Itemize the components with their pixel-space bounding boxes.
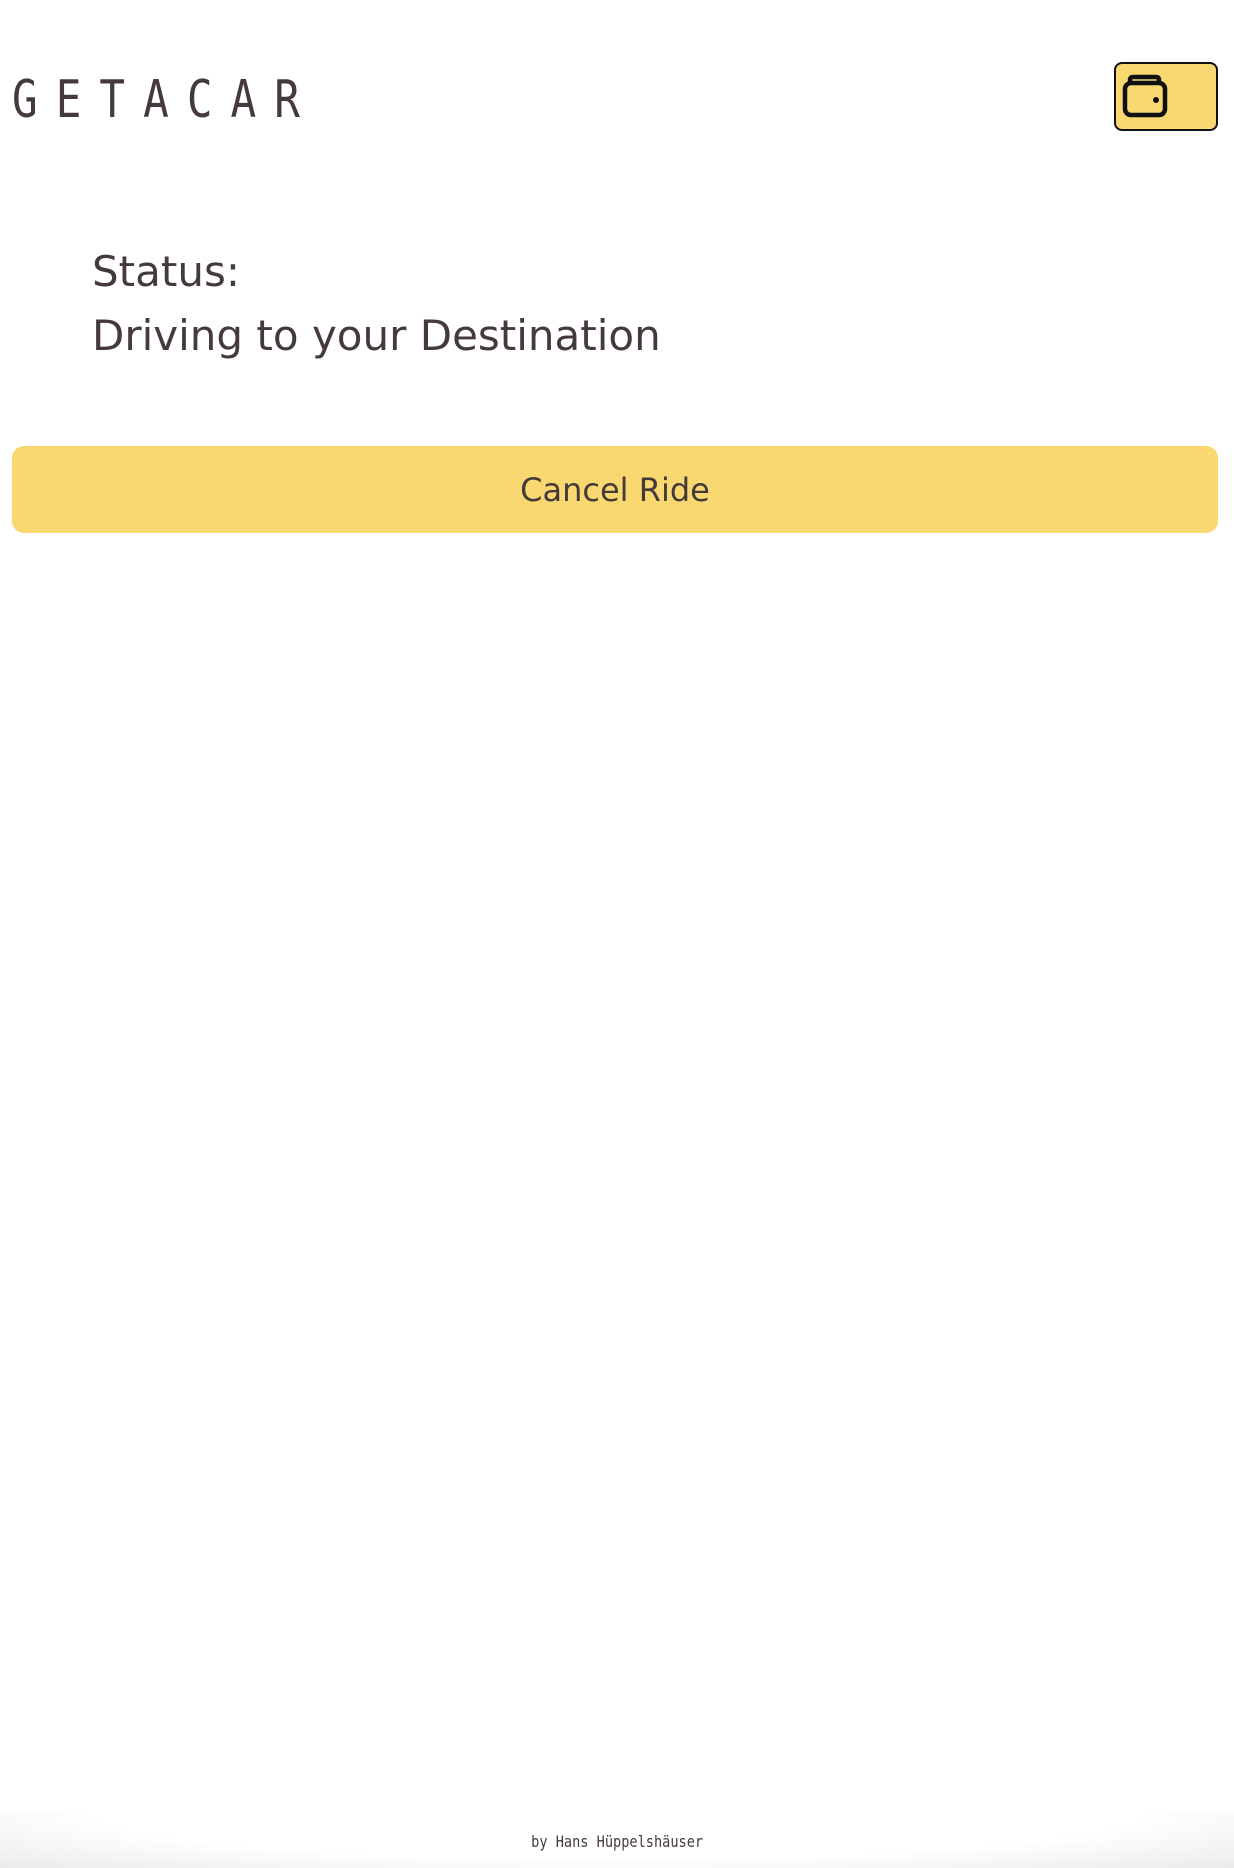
footer-credit: by Hans Hüppelshäuser <box>531 1832 703 1851</box>
ride-status: Status: Driving to your Destination <box>92 240 661 368</box>
wallet-icon <box>1122 74 1168 117</box>
app-logo: GETACAR <box>12 70 318 130</box>
cancel-ride-button[interactable]: Cancel Ride <box>12 446 1218 533</box>
status-value: Driving to your Destination <box>92 311 661 360</box>
status-label: Status: <box>92 247 240 296</box>
footer: by Hans Hüppelshäuser <box>0 1812 1234 1868</box>
wallet-button[interactable] <box>1114 62 1218 131</box>
